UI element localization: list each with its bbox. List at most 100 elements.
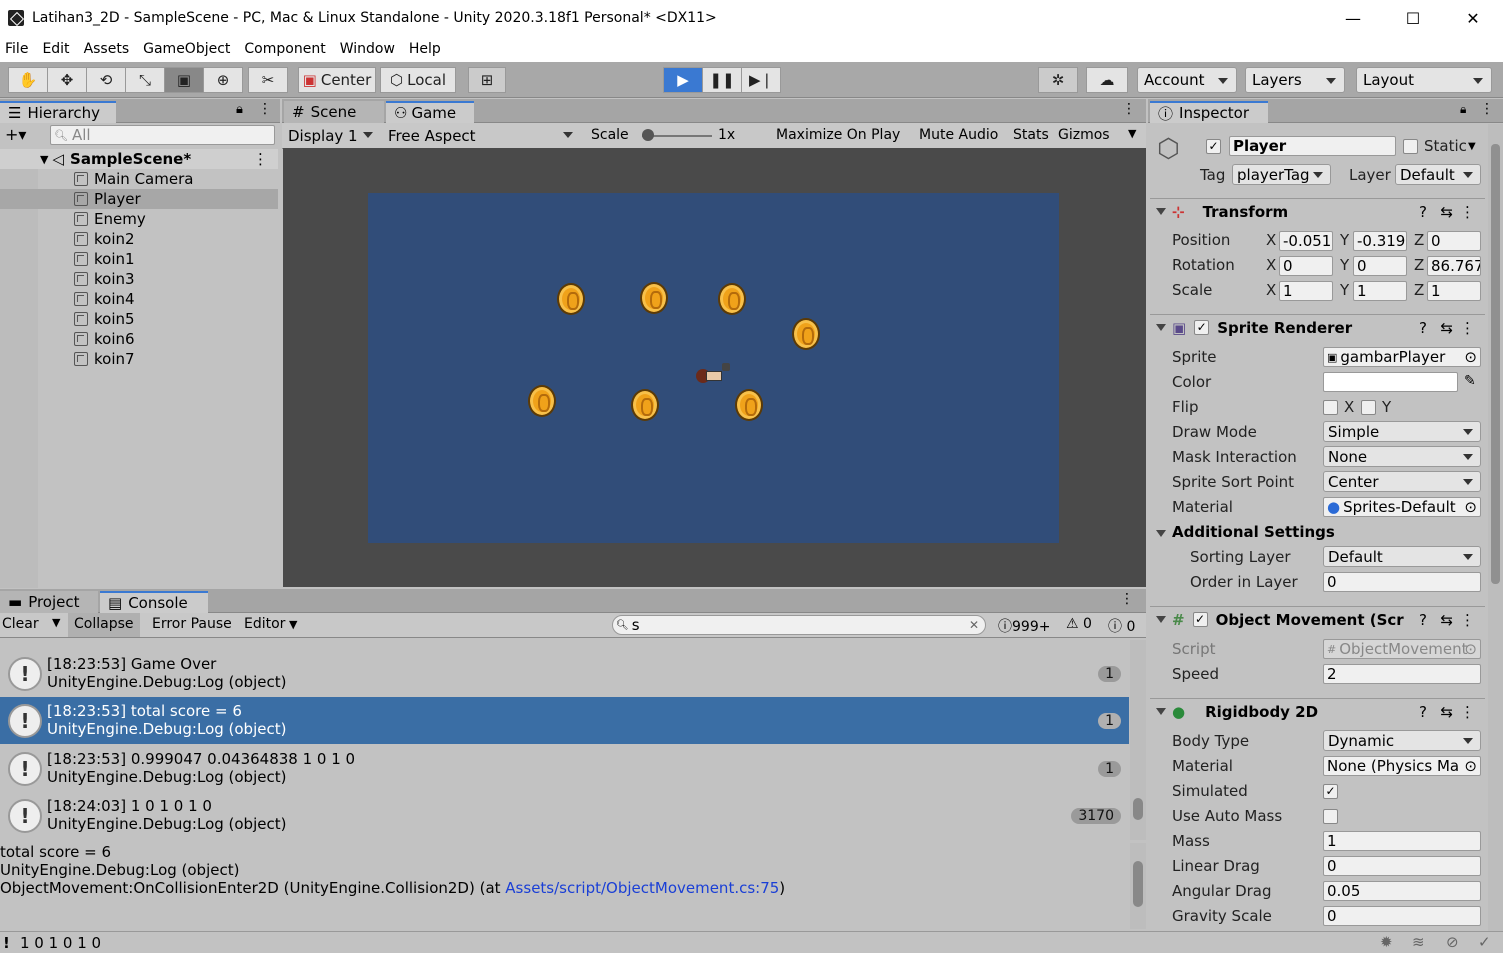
kebab-icon[interactable]: ⋮ bbox=[1460, 611, 1475, 629]
menu-help[interactable]: Help bbox=[409, 41, 441, 57]
hierarchy-item-selected[interactable]: Player bbox=[0, 189, 278, 209]
expand-icon[interactable] bbox=[1156, 530, 1166, 537]
scale-x-field[interactable]: 1 bbox=[1279, 281, 1333, 301]
material-field[interactable]: ● Sprites-Default ⊙ bbox=[1323, 497, 1481, 517]
collapse-button[interactable]: Collapse bbox=[68, 613, 140, 637]
editor-dropdown-icon[interactable]: ▼ bbox=[289, 618, 297, 631]
kebab-icon[interactable]: ⋮ bbox=[258, 101, 272, 117]
scrollbar-thumb[interactable] bbox=[1133, 798, 1143, 820]
presets-icon[interactable]: ⇆ bbox=[1440, 611, 1453, 629]
expand-icon[interactable] bbox=[1156, 708, 1166, 715]
clear-button[interactable]: Clear bbox=[2, 616, 39, 632]
expand-icon[interactable]: ▼ bbox=[40, 153, 48, 166]
tab-scene[interactable]: # Scene bbox=[284, 101, 384, 123]
flip-y-checkbox[interactable] bbox=[1361, 400, 1376, 415]
clear-options-icon[interactable]: ▼ bbox=[52, 616, 60, 629]
tab-inspector[interactable]: ⓘ Inspector bbox=[1150, 101, 1268, 123]
aspect-dropdown[interactable]: Free Aspect bbox=[384, 125, 580, 146]
hand-tool-icon[interactable]: ✋ bbox=[8, 67, 48, 93]
step-button[interactable]: ▶❘ bbox=[741, 67, 781, 93]
hierarchy-search-input[interactable]: 🔍︎ All bbox=[50, 125, 275, 145]
sprite-renderer-header[interactable]: ▣ ✓ Sprite Renderer ? ⇆ ⋮ bbox=[1150, 314, 1485, 340]
scale-slider[interactable] bbox=[642, 129, 712, 141]
gravity-scale-field[interactable]: 0 bbox=[1323, 906, 1481, 926]
display-dropdown[interactable]: Display 1 bbox=[284, 125, 380, 146]
speed-field[interactable]: 2 bbox=[1323, 664, 1481, 684]
simulated-checkbox[interactable]: ✓ bbox=[1323, 784, 1338, 799]
rb-material-field[interactable]: None (Physics Material 2D)⊙ bbox=[1323, 756, 1481, 776]
auto-generate-icon[interactable]: ⊘ bbox=[1446, 933, 1459, 951]
angular-drag-field[interactable]: 0.05 bbox=[1323, 881, 1481, 901]
presets-icon[interactable]: ⇆ bbox=[1440, 703, 1453, 721]
close-button[interactable]: ✕ bbox=[1443, 0, 1503, 36]
menu-gameobject[interactable]: GameObject bbox=[143, 41, 230, 57]
linear-drag-field[interactable]: 0 bbox=[1323, 856, 1481, 876]
error-count-toggle[interactable]: ⓘ 0 bbox=[1108, 616, 1135, 636]
scale-z-field[interactable]: 1 bbox=[1427, 281, 1481, 301]
pivot-local-button[interactable]: ⬡ Local bbox=[380, 67, 456, 93]
cloud-icon[interactable]: ☁ bbox=[1086, 67, 1128, 93]
rotation-z-field[interactable]: 86.767 bbox=[1427, 256, 1481, 276]
mute-audio-button[interactable]: Mute Audio bbox=[919, 127, 998, 143]
kebab-icon[interactable]: ⋮ bbox=[1120, 591, 1134, 607]
menu-component[interactable]: Component bbox=[244, 41, 325, 57]
console-entry[interactable]: ! [18:23:53] 0.999047 0.04364838 1 0 1 0… bbox=[0, 745, 1129, 792]
tag-dropdown[interactable]: playerTag bbox=[1232, 164, 1331, 185]
rigidbody-header[interactable]: ● Rigidbody 2D ? ⇆ ⋮ bbox=[1150, 698, 1485, 724]
eyedropper-icon[interactable]: ✎ bbox=[1464, 373, 1476, 389]
menu-assets[interactable]: Assets bbox=[84, 41, 130, 57]
layer-dropdown[interactable]: Default bbox=[1395, 164, 1481, 185]
scene-row[interactable]: ▼ ◁ SampleScene* ⋮ bbox=[0, 149, 278, 169]
minimize-button[interactable]: — bbox=[1323, 0, 1383, 36]
sorting-layer-dropdown[interactable]: Default bbox=[1323, 546, 1481, 567]
maximize-on-play-button[interactable]: Maximize On Play bbox=[776, 127, 900, 143]
hierarchy-item[interactable]: Main Camera bbox=[0, 169, 278, 189]
console-search-input[interactable]: 🔍︎ s ✕ bbox=[612, 615, 986, 635]
add-icon[interactable]: +▾ bbox=[5, 125, 26, 144]
move-tool-icon[interactable]: ✥ bbox=[47, 67, 87, 93]
tab-hierarchy[interactable]: ☰ Hierarchy bbox=[0, 101, 116, 123]
account-dropdown[interactable]: Account bbox=[1137, 67, 1237, 93]
console-entry-selected[interactable]: ! [18:23:53] total score = 6 UnityEngine… bbox=[0, 697, 1129, 744]
rotation-y-field[interactable]: 0 bbox=[1353, 256, 1407, 276]
bug-icon[interactable]: ✹ bbox=[1380, 933, 1393, 951]
help-icon[interactable]: ? bbox=[1419, 611, 1427, 629]
warning-count-toggle[interactable]: ⚠ 0 bbox=[1066, 616, 1092, 632]
console-list-scrollbar[interactable] bbox=[1130, 640, 1146, 840]
source-link[interactable]: Assets/script/ObjectMovement.cs:75 bbox=[505, 879, 779, 897]
color-swatch[interactable] bbox=[1323, 372, 1458, 392]
auto-mass-checkbox[interactable] bbox=[1323, 809, 1338, 824]
additional-settings-foldout[interactable]: Additional Settings bbox=[1156, 523, 1335, 541]
tab-console[interactable]: ▤ Console bbox=[100, 591, 208, 613]
console-detail-scrollbar[interactable] bbox=[1130, 843, 1146, 929]
maximize-button[interactable]: ☐ bbox=[1383, 0, 1443, 36]
expand-icon[interactable] bbox=[1156, 324, 1166, 331]
rect-tool-icon[interactable]: ▣ bbox=[164, 67, 204, 93]
position-z-field[interactable]: 0 bbox=[1427, 231, 1481, 251]
object-picker-icon[interactable]: ⊙ bbox=[1464, 498, 1477, 516]
enabled-checkbox[interactable]: ✓ bbox=[1192, 612, 1208, 627]
lock-icon[interactable]: 🔒︎ bbox=[1460, 102, 1466, 117]
flip-x-checkbox[interactable] bbox=[1323, 400, 1338, 415]
log-count-toggle[interactable]: ⓘ999+ bbox=[998, 616, 1050, 636]
sort-point-dropdown[interactable]: Center bbox=[1323, 471, 1481, 492]
layers-dropdown[interactable]: Layers bbox=[1245, 67, 1345, 93]
static-checkbox[interactable] bbox=[1403, 139, 1418, 154]
lock-icon[interactable]: 🔒︎ bbox=[236, 102, 243, 117]
scale-slider-thumb[interactable] bbox=[642, 129, 654, 141]
rotation-x-field[interactable]: 0 bbox=[1279, 256, 1333, 276]
play-button[interactable]: ▶ bbox=[663, 67, 703, 93]
console-entry[interactable]: ! [18:24:03] 1 0 1 0 1 0 UnityEngine.Deb… bbox=[0, 792, 1129, 839]
help-icon[interactable]: ? bbox=[1419, 203, 1427, 221]
hierarchy-item[interactable]: koin7 bbox=[0, 349, 278, 369]
stack-icon[interactable]: ≋ bbox=[1412, 933, 1425, 951]
tab-project[interactable]: ▬ Project bbox=[0, 591, 98, 613]
transform-tool-icon[interactable]: ⊕ bbox=[203, 67, 243, 93]
scale-tool-icon[interactable]: ⤡ bbox=[125, 67, 165, 93]
custom-tool-icon[interactable]: ✂ bbox=[248, 67, 288, 93]
kebab-icon[interactable]: ⋮ bbox=[1480, 101, 1494, 117]
static-dropdown-icon[interactable]: ▼ bbox=[1468, 141, 1476, 152]
presets-icon[interactable]: ⇆ bbox=[1440, 203, 1453, 221]
hierarchy-item[interactable]: koin6 bbox=[0, 329, 278, 349]
gizmos-button[interactable]: Gizmos bbox=[1058, 127, 1110, 143]
